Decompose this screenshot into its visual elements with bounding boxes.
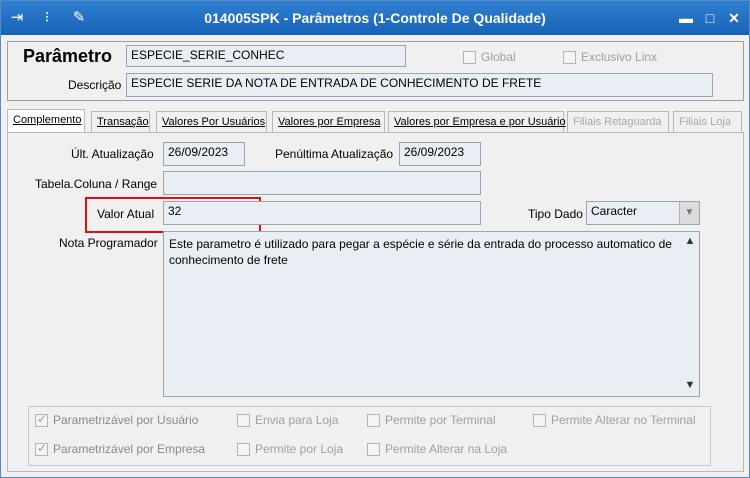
- window-title: 014005SPK - Parâmetros (1-Controle De Qu…: [204, 10, 546, 26]
- tabela-coluna-label: Tabela.Coluna / Range: [35, 177, 158, 191]
- permite-alterar-loja-checkbox[interactable]: Permite Alterar na Loja: [367, 442, 507, 456]
- descricao-label: Descrição: [68, 78, 122, 92]
- scroll-down-icon[interactable]: ▼: [683, 379, 697, 391]
- valor-atual-label: Valor Atual: [97, 207, 155, 221]
- nota-programador-textarea[interactable]: Este parametro é utilizado para pegar a …: [163, 231, 700, 397]
- permite-alterar-terminal-label: Permite Alterar no Terminal: [551, 413, 696, 427]
- param-empresa-checkbox[interactable]: Parametrizável por Empresa: [35, 441, 206, 456]
- permite-terminal-box[interactable]: [367, 413, 380, 427]
- tipo-dado-label: Tipo Dado: [528, 207, 583, 221]
- exclusivo-checkbox[interactable]: Exclusivo Linx: [563, 50, 657, 64]
- tab-filiais-loja: Filiais Loja: [673, 111, 742, 133]
- permite-alterar-loja-box[interactable]: [367, 442, 380, 456]
- nota-programador-label: Nota Programador: [59, 236, 158, 250]
- envia-loja-label: Envia para Loja: [255, 413, 339, 427]
- tab-filiais-retaguarda: Filiais Retaguarda: [567, 111, 669, 133]
- minimize-button[interactable]: ▬: [677, 9, 695, 27]
- ult-atualizacao-field[interactable]: 26/09/2023: [163, 142, 245, 166]
- envia-loja-checkbox[interactable]: Envia para Loja: [237, 413, 338, 427]
- chevron-down-icon[interactable]: ▼: [679, 202, 699, 224]
- header-panel: Parâmetro ESPECIE_SERIE_CONHEC Global Ex…: [7, 41, 744, 101]
- tab-transacao[interactable]: Transação: [91, 111, 150, 133]
- descricao-field[interactable]: ESPECIE SERIE DA NOTA DE ENTRADA DE CONH…: [126, 73, 713, 97]
- permite-alterar-loja-label: Permite Alterar na Loja: [385, 442, 508, 456]
- permite-alterar-terminal-box[interactable]: [533, 413, 546, 427]
- title-bar: ⇥ ⁝ ✎ 014005SPK - Parâmetros (1-Controle…: [1, 1, 749, 35]
- parametros-window: ⇥ ⁝ ✎ 014005SPK - Parâmetros (1-Controle…: [0, 0, 750, 478]
- global-label: Global: [481, 50, 516, 64]
- tab-valores-empresa[interactable]: Valores por Empresa: [272, 111, 385, 133]
- param-empresa-check-icon[interactable]: [35, 441, 48, 456]
- global-checkbox-box[interactable]: [463, 50, 476, 64]
- param-usuario-label: Parametrizável por Usuário: [53, 413, 199, 427]
- envia-loja-box[interactable]: [237, 413, 250, 427]
- scroll-up-icon[interactable]: ▲: [683, 235, 697, 247]
- permite-terminal-label: Permite por Terminal: [385, 413, 496, 427]
- param-label: Parâmetro: [23, 46, 113, 66]
- close-button[interactable]: ✕: [725, 9, 743, 27]
- permite-terminal-checkbox[interactable]: Permite por Terminal: [367, 413, 495, 427]
- param-empresa-label: Parametrizável por Empresa: [53, 442, 206, 456]
- penult-atualizacao-label: Penúltima Atualização: [275, 147, 394, 161]
- tab-valores-usuarios[interactable]: Valores Por Usuários: [156, 111, 267, 133]
- permite-loja-checkbox[interactable]: Permite por Loja: [237, 442, 343, 456]
- permite-alterar-terminal-checkbox[interactable]: Permite Alterar no Terminal: [533, 413, 696, 427]
- exclusivo-checkbox-box[interactable]: [563, 50, 576, 64]
- param-usuario-checkbox[interactable]: Parametrizável por Usuário: [35, 412, 199, 427]
- tabela-coluna-field[interactable]: [163, 171, 481, 195]
- permite-loja-box[interactable]: [237, 442, 250, 456]
- ult-atualizacao-label: Últ. Atualização: [71, 147, 154, 161]
- penult-atualizacao-field[interactable]: 26/09/2023: [399, 142, 481, 166]
- valor-atual-field[interactable]: 32: [163, 201, 481, 225]
- tab-valores-empresa-usuario[interactable]: Valores por Empresa e por Usuário: [388, 111, 566, 133]
- restore-button[interactable]: □: [701, 9, 719, 27]
- param-usuario-check-icon[interactable]: [35, 412, 48, 427]
- global-checkbox[interactable]: Global: [463, 50, 516, 64]
- exclusivo-label: Exclusivo Linx: [581, 50, 658, 64]
- param-field[interactable]: ESPECIE_SERIE_CONHEC: [126, 45, 406, 67]
- tab-complemento[interactable]: Complemento: [7, 109, 85, 133]
- permite-loja-label: Permite por Loja: [255, 442, 344, 456]
